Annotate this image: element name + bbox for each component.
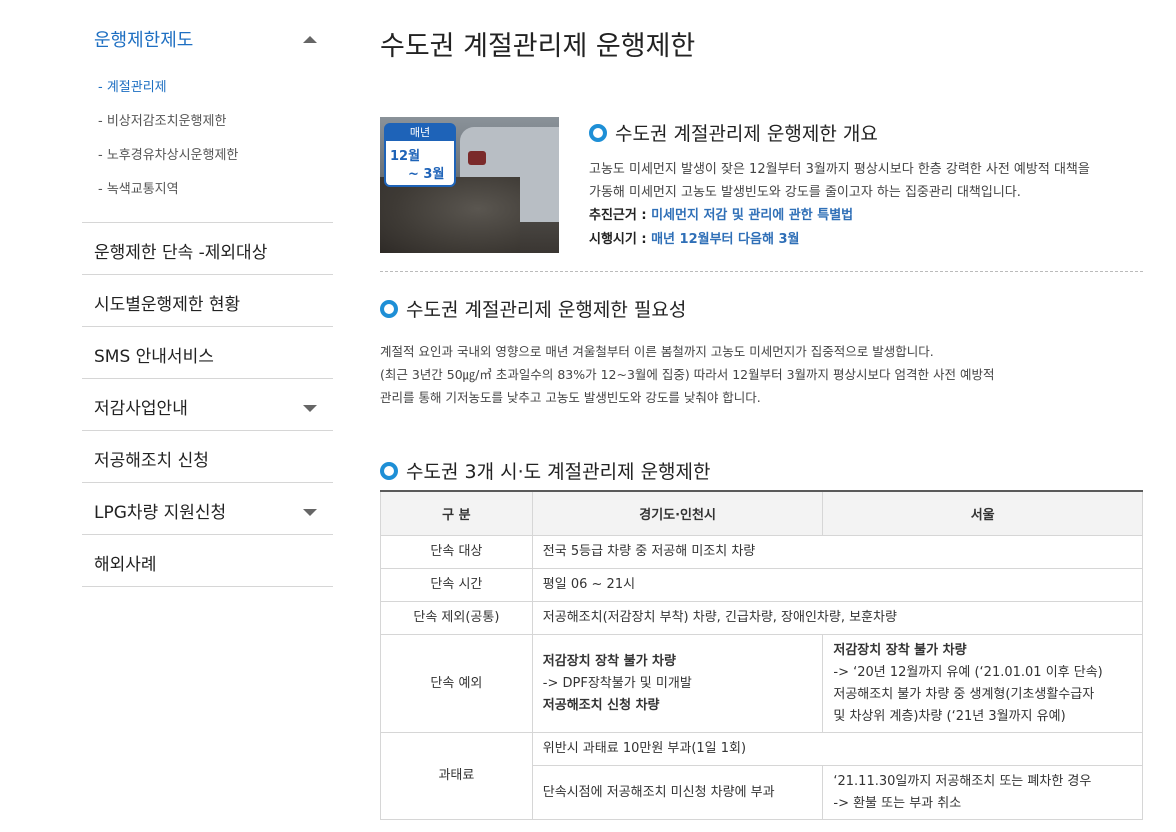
row-label: 과태료 [380, 732, 533, 820]
period-value: 매년 12월부터 다음해 3월 [651, 232, 800, 247]
overview-line-1: 고농도 미세먼지 발생이 잦은 12월부터 3월까지 평상시보다 한층 강력한 … [589, 162, 1090, 177]
row-label: 단속 예외 [380, 634, 533, 733]
sidebar-subitem-diesel[interactable]: - 노후경유차상시운행제한 [98, 142, 333, 176]
row-value: 전국 5등급 차량 중 저공해 미조치 차량 [531, 535, 1144, 569]
need-heading-text: 수도권 계절관리제 운행제한 필요성 [406, 299, 687, 321]
row-value-gyeonggi: 저감장치 장착 불가 차량 -> DPF장착불가 및 미개발 저공해조치 신청 … [531, 634, 824, 733]
overview-basis: 추진근거 : 미세먼지 저감 및 관리에 관한 특별법 [589, 204, 1143, 228]
need-line-1: 계절적 요인과 국내외 영향으로 매년 겨울철부터 이른 봄철까지 고농도 미세… [380, 344, 934, 359]
tail-light [468, 151, 486, 165]
sidebar-item-label: 해외사례 [94, 555, 157, 575]
circle-bullet-icon [589, 123, 607, 142]
sidebar-header-label: 운행제한제도 [94, 30, 194, 51]
sidebar-item-reduction[interactable]: 저감사업안내 [82, 379, 333, 431]
section-divider [380, 271, 1143, 272]
cell-line: 저감장치 장착 불가 차량 [833, 642, 967, 658]
cell-line: -> DPF장착불가 및 미개발 [542, 675, 692, 691]
row-value: 위반시 과태료 10만원 부과(1일 1회) [531, 732, 1144, 766]
sidebar-header[interactable]: 운행제한제도 [82, 0, 333, 74]
cell-line: -> ‘20년 12월까지 유예 (‘21.01.01 이후 단속) [833, 664, 1103, 680]
sidebar: 운행제한제도 - 계절관리제 - 비상저감조치운행제한 - 노후경유차상시운행제… [82, 0, 333, 587]
sidebar-item-overseas[interactable]: 해외사례 [82, 535, 333, 587]
sidebar-item-label: 저감사업안내 [94, 399, 188, 419]
overview-heading: 수도권 계절관리제 운행제한 개요 [589, 119, 1143, 146]
chevron-down-icon[interactable] [303, 509, 317, 516]
sidebar-item-label: SMS 안내서비스 [94, 347, 214, 367]
calendar-end: ~ 3월 [408, 167, 445, 182]
sidebar-subitems: - 계절관리제 - 비상저감조치운행제한 - 노후경유차상시운행제한 - 녹색교… [82, 74, 333, 222]
row-value-seoul: 저감장치 장착 불가 차량 -> ‘20년 12월까지 유예 (‘21.01.0… [822, 634, 1143, 733]
need-line-2: (최근 3년간 50㎍/㎥ 초과일수의 83%가 12~3월에 집중) 따라서 … [380, 367, 995, 382]
circle-bullet-icon [380, 299, 398, 318]
exhaust-image: 매년 12월 ~ 3월 [380, 117, 559, 253]
table-row: 단속 대상 전국 5등급 차량 중 저공해 미조치 차량 [380, 535, 1144, 569]
cell-line: 저감장치 장착 불가 차량 [542, 653, 676, 669]
chevron-down-icon[interactable] [303, 405, 317, 412]
sidebar-menu: 운행제한 단속 -제외대상 시도별운행제한 현황 SMS 안내서비스 저감사업안… [82, 222, 333, 587]
sidebar-subitem-season[interactable]: - 계절관리제 [98, 74, 333, 108]
need-section: 수도권 계절관리제 운행제한 필요성 계절적 요인과 국내외 영향으로 매년 겨… [380, 295, 1143, 409]
calendar-start: 12월 [390, 149, 421, 164]
cell-line: 저공해조치 불가 차량 중 생계형(기초생활수급자 [833, 686, 1095, 702]
sidebar-item-label: 운행제한 단속 -제외대상 [94, 243, 268, 263]
basis-label: 추진근거 : [589, 208, 652, 223]
table-header-seoul: 서울 [822, 490, 1143, 536]
cell-line: 저공해조치 신청 차량 [542, 697, 660, 713]
sidebar-item-regional-status[interactable]: 시도별운행제한 현황 [82, 275, 333, 327]
row-label: 단속 시간 [380, 568, 533, 602]
table-header-row: 구 분 경기도·인천시 서울 [380, 490, 1143, 536]
cell-line: ‘21.11.30일까지 저공해조치 또는 폐차한 경우 [833, 773, 1092, 789]
cities-heading: 수도권 3개 시·도 계절관리제 운행제한 [380, 457, 1143, 484]
table-row: 과태료 위반시 과태료 10만원 부과(1일 1회) [380, 732, 1144, 820]
restriction-table: 구 분 경기도·인천시 서울 단속 대상 전국 5등급 차량 중 저공해 미조치… [380, 490, 1144, 820]
need-line-3: 관리를 통해 기저농도를 낮추고 고농도 발생빈도와 강도를 낮춰야 합니다. [380, 390, 761, 405]
row-value: 저공해조치(저감장치 부착) 차량, 긴급차량, 장애인차량, 보훈차량 [531, 601, 1144, 635]
chevron-up-icon[interactable] [303, 36, 317, 43]
calendar-icon: 매년 12월 ~ 3월 [384, 123, 456, 187]
sidebar-item-sms[interactable]: SMS 안내서비스 [82, 327, 333, 379]
sidebar-item-low-emission[interactable]: 저공해조치 신청 [82, 431, 333, 483]
row-label: 단속 제외(공통) [380, 601, 533, 635]
cell-line: 및 차상위 계층)차량 (‘21년 3월까지 유예) [833, 708, 1066, 724]
sidebar-item-label: 시도별운행제한 현황 [94, 295, 241, 315]
row-value: 평일 06 ~ 21시 [531, 568, 1144, 602]
row-value-seoul: ‘21.11.30일까지 저공해조치 또는 폐차한 경우 -> 환불 또는 부과… [822, 765, 1143, 820]
cities-section: 수도권 3개 시·도 계절관리제 운행제한 구 분 경기도·인천시 서울 단속 … [380, 457, 1144, 820]
sidebar-item-label: 저공해조치 신청 [94, 451, 209, 471]
table-header-gyeonggi: 경기도·인천시 [531, 490, 824, 536]
table-row: 단속 예외 저감장치 장착 불가 차량 -> DPF장착불가 및 미개발 저공해… [380, 634, 1143, 733]
cell-line: -> 환불 또는 부과 취소 [833, 795, 962, 811]
overview-heading-text: 수도권 계절관리제 운행제한 개요 [615, 123, 878, 145]
overview-section: 수도권 계절관리제 운행제한 개요 고농도 미세먼지 발생이 잦은 12월부터 … [589, 119, 1143, 252]
calendar-top: 매년 [386, 125, 454, 141]
table-header-category: 구 분 [380, 490, 533, 536]
sidebar-item-label: LPG차량 지원신청 [94, 503, 227, 523]
need-heading: 수도권 계절관리제 운행제한 필요성 [380, 295, 1143, 322]
cities-heading-text: 수도권 3개 시·도 계절관리제 운행제한 [406, 461, 711, 483]
table-row: 단속 제외(공통) 저공해조치(저감장치 부착) 차량, 긴급차량, 장애인차량… [380, 601, 1144, 635]
basis-value[interactable]: 미세먼지 저감 및 관리에 관한 특별법 [651, 208, 853, 223]
exhaust-smoke [380, 177, 520, 253]
sidebar-subitem-emergency[interactable]: - 비상저감조치운행제한 [98, 108, 333, 142]
sidebar-item-enforcement[interactable]: 운행제한 단속 -제외대상 [82, 223, 333, 275]
sidebar-item-lpg[interactable]: LPG차량 지원신청 [82, 483, 333, 535]
sidebar-subitem-green-zone[interactable]: - 녹색교통지역 [98, 176, 333, 210]
row-label: 단속 대상 [380, 535, 533, 569]
period-label: 시행시기 : [589, 232, 652, 247]
page-title: 수도권 계절관리제 운행제한 [380, 31, 696, 62]
circle-bullet-icon [380, 461, 398, 480]
overview-line-2: 가동해 미세먼지 고농도 발생빈도와 강도를 줄이고자 하는 집중관리 대책입니… [589, 185, 1021, 200]
row-value-gyeonggi: 단속시점에 저공해조치 미신청 차량에 부과 [531, 765, 824, 820]
table-row: 단속 시간 평일 06 ~ 21시 [380, 568, 1144, 602]
overview-period: 시행시기 : 매년 12월부터 다음해 3월 [589, 228, 1143, 252]
